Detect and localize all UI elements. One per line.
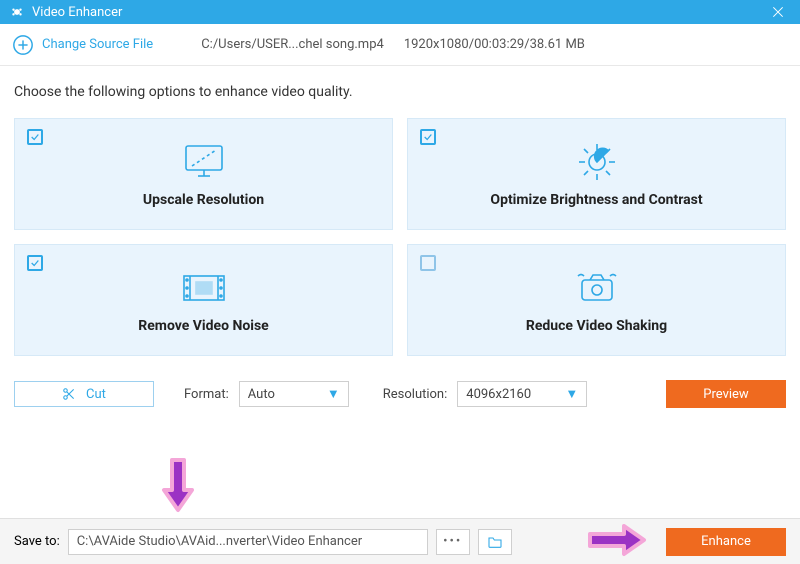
caret-down-icon: ▼	[327, 386, 340, 402]
checkbox-shaking[interactable]	[420, 255, 436, 271]
footer-bar: Save to: C:\AVAide Studio\AVAid...nverte…	[0, 518, 800, 564]
option-label: Optimize Brightness and Contrast	[490, 192, 702, 208]
titlebar: Video Enhancer	[0, 0, 800, 24]
change-source-button[interactable]: Change Source File	[12, 34, 153, 56]
annotation-arrow-down	[158, 456, 198, 516]
close-icon	[770, 4, 786, 20]
film-noise-icon	[178, 266, 230, 310]
preview-label: Preview	[703, 387, 748, 402]
format-select[interactable]: Auto ▼	[239, 381, 349, 407]
source-info: 1920x1080/00:03:29/38.61 MB	[404, 37, 585, 52]
instruction-text: Choose the following options to enhance …	[14, 84, 786, 100]
app-logo-icon	[10, 5, 24, 19]
option-label: Remove Video Noise	[138, 318, 268, 334]
format-value: Auto	[248, 387, 275, 402]
resolution-label: Resolution:	[383, 387, 448, 402]
source-file-row: Change Source File C:/Users/USER...chel …	[0, 24, 800, 66]
camera-shake-icon	[572, 266, 622, 310]
save-path-value: C:\AVAide Studio\AVAid...nverter\Video E…	[77, 534, 362, 549]
sun-brightness-icon	[573, 140, 621, 184]
cut-button[interactable]: Cut	[14, 381, 154, 407]
enhance-button[interactable]: Enhance	[666, 528, 786, 556]
option-reduce-shaking[interactable]: Reduce Video Shaking	[407, 244, 786, 356]
save-path-field[interactable]: C:\AVAide Studio\AVAid...nverter\Video E…	[68, 529, 428, 555]
option-brightness-contrast[interactable]: Optimize Brightness and Contrast	[407, 118, 786, 230]
scissors-icon	[62, 387, 76, 401]
close-button[interactable]	[766, 0, 790, 24]
cut-label: Cut	[86, 387, 106, 402]
option-remove-noise[interactable]: Remove Video Noise	[14, 244, 393, 356]
controls-row: Cut Format: Auto ▼ Resolution: 4096x2160…	[0, 366, 800, 408]
folder-icon	[487, 535, 503, 549]
plus-circle-icon	[12, 34, 34, 56]
open-folder-button[interactable]	[478, 529, 512, 555]
ellipsis-icon: •••	[443, 534, 462, 549]
checkbox-upscale[interactable]	[27, 129, 43, 145]
checkbox-noise[interactable]	[27, 255, 43, 271]
resolution-select[interactable]: 4096x2160 ▼	[457, 381, 587, 407]
save-to-label: Save to:	[14, 534, 60, 549]
enhance-label: Enhance	[701, 534, 751, 549]
caret-down-icon: ▼	[565, 386, 578, 402]
app-title: Video Enhancer	[32, 5, 122, 20]
browse-button[interactable]: •••	[436, 529, 470, 555]
resolution-value: 4096x2160	[466, 387, 531, 402]
change-source-label: Change Source File	[42, 37, 153, 52]
option-label: Upscale Resolution	[143, 192, 264, 208]
checkbox-brightness[interactable]	[420, 129, 436, 145]
source-path: C:/Users/USER...chel song.mp4	[201, 37, 384, 52]
option-upscale-resolution[interactable]: Upscale Resolution	[14, 118, 393, 230]
monitor-upscale-icon	[180, 140, 228, 184]
option-label: Reduce Video Shaking	[526, 318, 667, 334]
preview-button[interactable]: Preview	[666, 380, 786, 408]
format-label: Format:	[184, 387, 229, 402]
